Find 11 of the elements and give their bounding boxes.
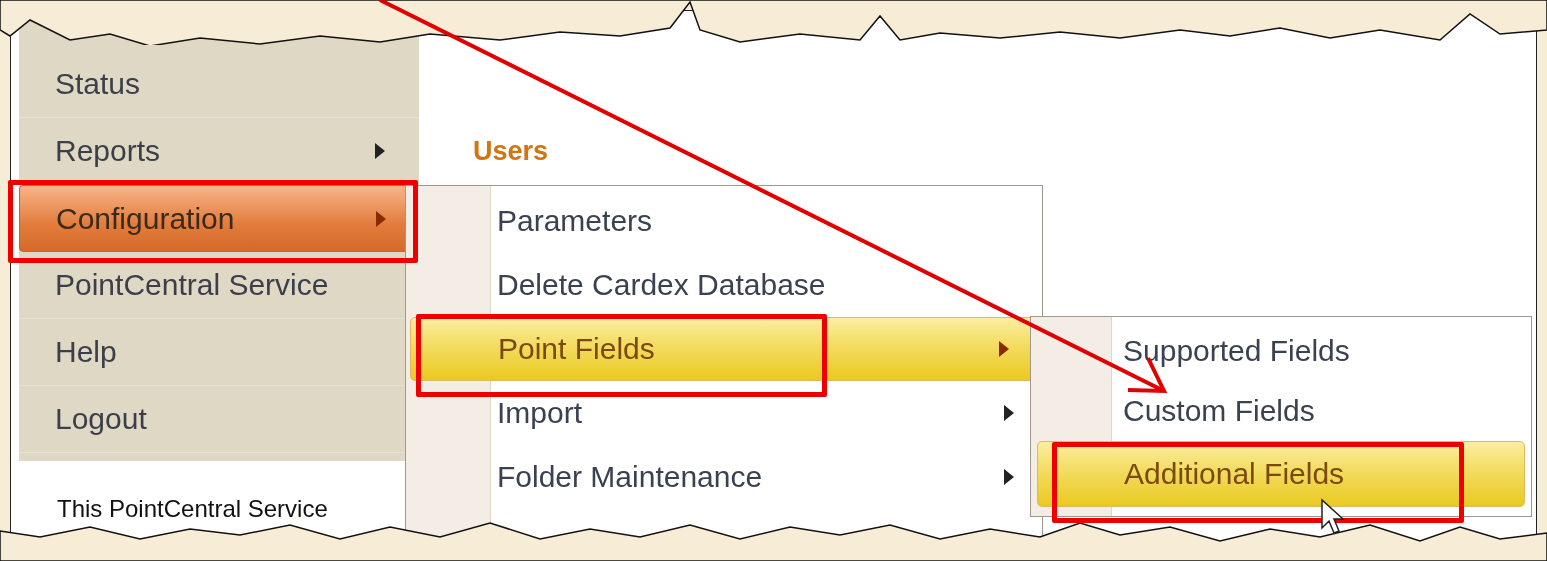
menu-item[interactable]: Custom Fields — [1031, 381, 1531, 441]
caret-icon — [376, 210, 386, 227]
section-heading: Users — [473, 136, 550, 167]
caret-icon — [999, 341, 1009, 357]
nav-item[interactable]: Status — [19, 51, 419, 118]
mouse-pointer-icon — [1321, 498, 1345, 534]
menu-item[interactable]: Additional Fields — [1037, 441, 1525, 507]
caret-icon — [1004, 469, 1014, 485]
caret-icon — [375, 143, 385, 159]
service-text: This PointCentral Service — [56, 494, 329, 524]
caret-icon — [1004, 405, 1014, 421]
